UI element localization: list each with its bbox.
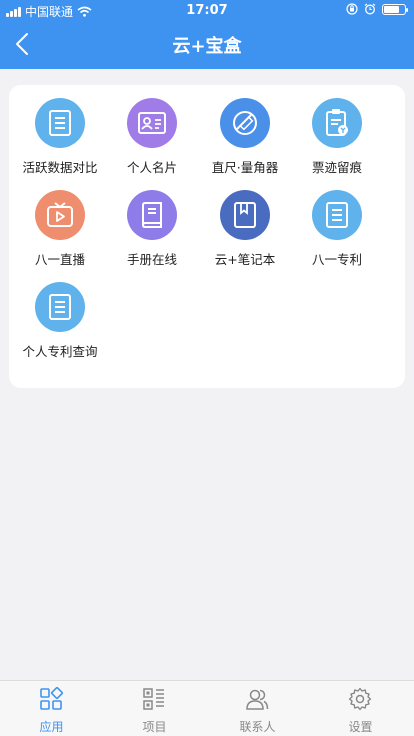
app-geren-mingpian[interactable]: 个人名片	[106, 86, 198, 178]
app-huoyue-shuju-duibi[interactable]: 活跃数据对比	[14, 86, 106, 178]
tab-apps[interactable]: 应用	[0, 681, 103, 736]
app-bayi-zhuanli[interactable]: 八一专利	[291, 178, 383, 270]
qr-project-icon	[143, 688, 164, 710]
id-card-icon	[127, 98, 177, 148]
app-label: 手册在线	[126, 252, 177, 267]
app-piaoji-liuhen[interactable]: 票迹留痕	[291, 86, 383, 178]
app-label: 直尺·量角器	[211, 160, 279, 175]
clipboard-icon	[312, 98, 362, 148]
app-shouce-zaixian[interactable]: 手册在线	[106, 178, 198, 270]
header: 中国联通 17:07 云+宝盒	[0, 0, 414, 69]
app-label: 票迹留痕	[311, 160, 362, 175]
contacts-icon	[246, 689, 269, 710]
tv-play-icon	[35, 190, 85, 240]
page-title: 云+宝盒	[172, 36, 242, 57]
nav-bar: 云+宝盒	[0, 20, 414, 69]
app-zhichi-liangjiaoqi[interactable]: 直尺·量角器	[199, 86, 291, 178]
battery-fill	[384, 5, 399, 13]
document-icon	[35, 98, 85, 148]
tab-label: 应用	[39, 720, 64, 734]
battery-icon	[382, 3, 408, 15]
app-grid-card: 活跃数据对比 个人名片 直尺·量角器 票迹留痕 八一直播 手册在线 云+笔记本 …	[9, 85, 405, 388]
grid-apps-icon	[40, 687, 63, 710]
app-label: 个人名片	[126, 160, 177, 175]
tab-projects[interactable]: 项目	[103, 681, 206, 736]
notebook-icon	[220, 190, 270, 240]
app-label: 个人专利查询	[22, 344, 98, 359]
app-label: 八一专利	[311, 252, 362, 267]
alarm-icon	[364, 3, 376, 15]
document-icon	[35, 282, 85, 332]
gear-icon	[348, 687, 372, 711]
app-bayi-zhibo[interactable]: 八一直播	[14, 178, 106, 270]
tab-contacts[interactable]: 联系人	[206, 681, 309, 736]
app-label: 活跃数据对比	[22, 160, 98, 175]
app-label: 八一直播	[34, 252, 85, 267]
app-yun-bijiben[interactable]: 云+笔记本	[199, 178, 291, 270]
status-right	[346, 3, 408, 15]
tab-label: 项目	[142, 720, 167, 734]
tab-settings[interactable]: 设置	[309, 681, 412, 736]
app-label: 云+笔记本	[214, 252, 276, 267]
tab-label: 设置	[348, 720, 373, 734]
tab-label: 联系人	[239, 720, 276, 734]
book-icon	[127, 190, 177, 240]
tab-bar: 应用 项目 联系人 设置	[0, 680, 414, 736]
ruler-icon	[220, 98, 270, 148]
app-geren-zhuanli-chaxun[interactable]: 个人专利查询	[14, 270, 106, 362]
orientation-lock-icon	[346, 3, 358, 15]
document-icon	[312, 190, 362, 240]
status-bar: 中国联通 17:07	[0, 0, 414, 20]
